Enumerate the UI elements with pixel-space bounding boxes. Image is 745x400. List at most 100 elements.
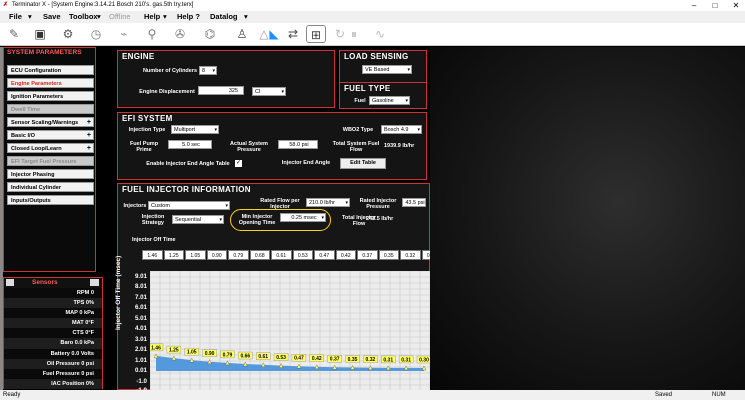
connect-icon[interactable]: ⊞ bbox=[306, 25, 326, 43]
menu-offline[interactable]: Offline bbox=[109, 11, 131, 23]
wbo2-type-label: WBO2 Type bbox=[342, 127, 374, 133]
close-button[interactable]: ✕ bbox=[729, 0, 743, 11]
efi-system-panel: EFI SYSTEM Injection Type Multiport Fuel… bbox=[117, 112, 427, 180]
injector-end-angle-label: Injector End Angle bbox=[281, 160, 331, 166]
expand-icon[interactable]: + bbox=[87, 118, 91, 128]
injection-type-label: Injection Type bbox=[128, 127, 166, 133]
spark-icon[interactable]: ⌬ bbox=[200, 25, 220, 43]
sensors-menu-icon[interactable] bbox=[6, 279, 14, 286]
system-pressure-label: Actual System Pressure bbox=[230, 141, 268, 153]
y-tick-label: 8.01 bbox=[134, 283, 147, 291]
sensor-row: Battery 0.0 Volts bbox=[50, 350, 94, 357]
sidebar-item[interactable]: Individual Cylinder bbox=[7, 182, 94, 192]
end-angle-table-checkbox[interactable]: ✓ bbox=[235, 160, 242, 167]
expand-icon[interactable]: + bbox=[87, 144, 91, 154]
off-time-cell[interactable]: 0.35 bbox=[378, 250, 399, 260]
off-time-cell[interactable]: 0.53 bbox=[292, 250, 313, 260]
sidebar-item[interactable]: Dwell Time bbox=[7, 104, 94, 114]
off-time-cell[interactable]: 0.90 bbox=[206, 250, 227, 260]
gauge-icon[interactable]: ◷ bbox=[86, 25, 106, 43]
wrench-icon[interactable]: ✎ bbox=[4, 25, 24, 43]
injectors-select[interactable]: Custom bbox=[148, 201, 230, 210]
minimize-button[interactable]: – bbox=[687, 0, 701, 11]
sensors-title: Sensors bbox=[32, 279, 58, 286]
data-point[interactable] bbox=[403, 365, 409, 371]
menu-toolbox[interactable]: Toolbox bbox=[69, 11, 98, 23]
displacement-input[interactable]: 325 bbox=[198, 86, 244, 95]
maximize-button[interactable]: □ bbox=[708, 0, 722, 11]
sidebar-item[interactable]: ECU Configuration bbox=[7, 65, 94, 75]
edit-table-button[interactable]: Edit Table bbox=[340, 158, 386, 169]
off-time-cell[interactable]: 0.42 bbox=[335, 250, 356, 260]
off-time-cell[interactable]: 0.37 bbox=[357, 250, 378, 260]
injection-strategy-select[interactable]: Sequential bbox=[172, 215, 224, 224]
displacement-label: Engine Displacement bbox=[139, 89, 195, 95]
fan-icon[interactable]: ✇ bbox=[170, 25, 190, 43]
injector-icon[interactable]: ⚲ bbox=[142, 25, 162, 43]
ecu-icon[interactable]: ▣ bbox=[30, 25, 50, 43]
data-label: 0.90 bbox=[205, 351, 215, 357]
menu-help[interactable]: Help bbox=[144, 11, 160, 23]
cylinders-select[interactable]: 8 bbox=[199, 66, 217, 75]
sidebar-item-label: Ignition Parameters bbox=[11, 94, 64, 100]
load-sensing-panel: LOAD SENSING VE Based bbox=[339, 50, 427, 83]
injection-type-select[interactable]: Multiport bbox=[171, 125, 219, 134]
off-time-cell[interactable]: 0.68 bbox=[249, 250, 270, 260]
rated-pressure-input[interactable]: 43.5 psi bbox=[402, 198, 426, 207]
status-ready: Ready bbox=[3, 392, 21, 398]
engine-icon[interactable]: ⚙ bbox=[58, 25, 78, 43]
menu-bar: File ▾ Save Toolbox ▾ Offline Help ▾ Hel… bbox=[0, 11, 745, 23]
y-tick-label: 6.01 bbox=[134, 304, 147, 312]
sidebar-item[interactable]: Closed Loop/Learn + bbox=[7, 143, 94, 153]
sidebar-item-label: Engine Parameters bbox=[11, 81, 62, 87]
sidebar-item[interactable]: EFI Target Fuel Pressure bbox=[7, 156, 94, 166]
expand-icon[interactable]: + bbox=[87, 131, 91, 141]
sidebar-item[interactable]: Ignition Parameters bbox=[7, 91, 94, 101]
y-tick-label: 5.01 bbox=[134, 314, 147, 322]
menu-file[interactable]: File bbox=[9, 11, 22, 23]
person-icon[interactable]: ♙ bbox=[232, 25, 252, 43]
sensor-icon[interactable]: ⌁ bbox=[114, 25, 134, 43]
sensor-row: Fuel Pressure 0 psi bbox=[42, 370, 94, 377]
sidebar-item-label: Basic I/O bbox=[11, 133, 35, 139]
menu-datalog[interactable]: Datalog bbox=[210, 11, 238, 23]
chevron-down-icon: ▾ bbox=[97, 12, 101, 21]
sidebar-item-label: Dwell Time bbox=[11, 107, 41, 113]
fuel-select[interactable]: Gasoline bbox=[369, 96, 410, 105]
off-time-cell[interactable]: 0.61 bbox=[271, 250, 292, 260]
off-time-cell[interactable]: 0.47 bbox=[314, 250, 335, 260]
sidebar-item-label: Closed Loop/Learn bbox=[11, 146, 62, 152]
data-label: 0.35 bbox=[348, 357, 358, 363]
sidebar-item[interactable]: Engine Parameters bbox=[7, 78, 94, 88]
funnel-icon[interactable]: ◣ bbox=[264, 25, 284, 43]
menu-help-question[interactable]: Help ? bbox=[177, 11, 200, 23]
off-time-cell[interactable]: 1.25 bbox=[163, 250, 184, 260]
sidebar-item[interactable]: Inputs/Outputs bbox=[7, 195, 94, 205]
data-point[interactable] bbox=[153, 353, 159, 359]
off-time-cell[interactable]: 1.46 bbox=[142, 250, 163, 260]
total-system-flow-label: Total System Fuel Flow bbox=[332, 141, 380, 153]
y-tick-label: 4.01 bbox=[134, 325, 147, 333]
load-sensing-select[interactable]: VE Based bbox=[362, 65, 412, 74]
data-label: 1.05 bbox=[187, 350, 197, 356]
pause-icon[interactable]: ⏸ bbox=[344, 25, 364, 43]
file-transfer-icon[interactable]: ⇄ bbox=[283, 25, 303, 43]
sidebar-item[interactable]: Basic I/O + bbox=[7, 130, 94, 140]
min-opening-time-input[interactable]: 0.25 msec bbox=[280, 213, 326, 222]
rated-flow-input[interactable]: 210.0 lb/hr bbox=[306, 198, 350, 207]
off-time-cell[interactable]: 1.05 bbox=[185, 250, 206, 260]
sensors-collapse-icon[interactable] bbox=[90, 279, 99, 286]
fuel-pump-prime-input[interactable]: 5.0 sec bbox=[168, 140, 212, 149]
data-label: 0.47 bbox=[294, 356, 304, 362]
ecg-icon[interactable]: ∿ bbox=[370, 25, 390, 43]
sidebar-item[interactable]: Sensor Scaling/Warnings + bbox=[7, 117, 94, 127]
background-area bbox=[430, 47, 745, 390]
wbo2-select[interactable]: Bosch 4.9 bbox=[381, 125, 422, 134]
off-time-cell[interactable]: 0.32 bbox=[400, 250, 421, 260]
sidebar-item[interactable]: Injector Phasing bbox=[7, 169, 94, 179]
off-time-cell[interactable]: 0.79 bbox=[228, 250, 249, 260]
system-pressure-input[interactable]: 58.0 psi bbox=[278, 140, 318, 149]
displacement-unit-select[interactable]: CI bbox=[252, 87, 286, 96]
menu-save[interactable]: Save bbox=[43, 11, 61, 23]
y-axis-label: Injector Off Time (msec) bbox=[115, 255, 122, 330]
